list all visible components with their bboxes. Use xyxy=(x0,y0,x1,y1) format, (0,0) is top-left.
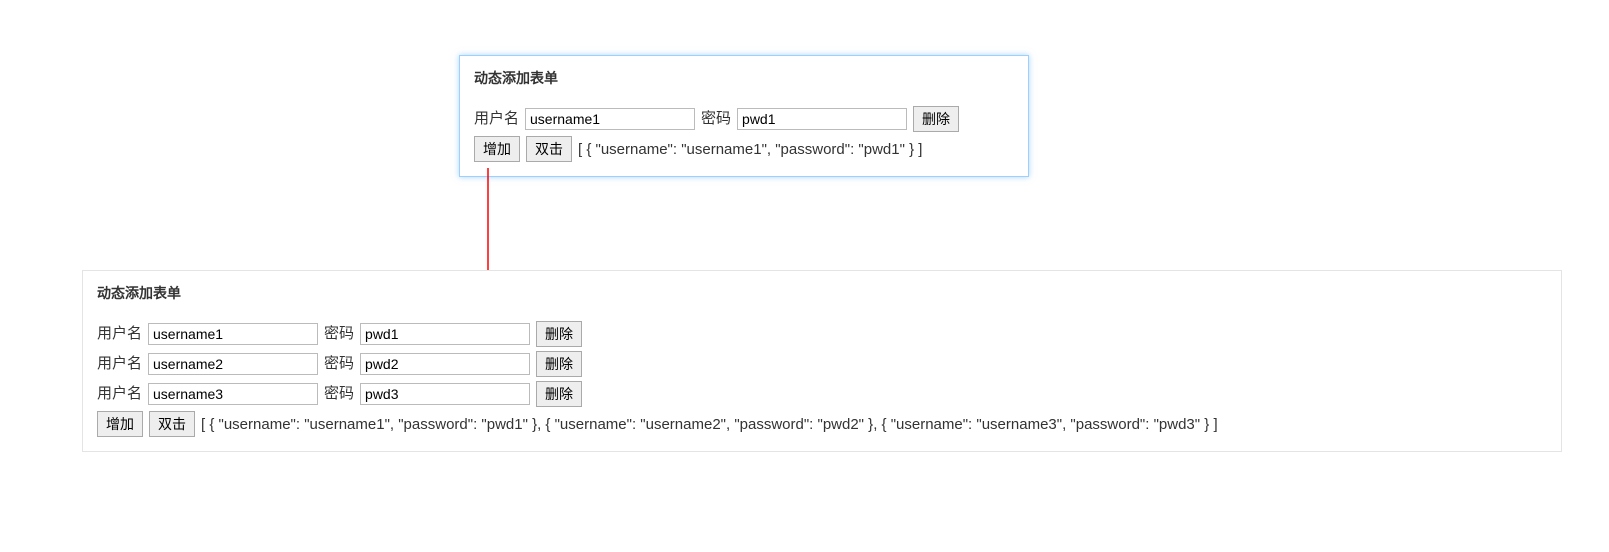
form-row: 用户名 密码 删除 xyxy=(97,321,1547,347)
username-input[interactable] xyxy=(525,108,695,130)
panel-title: 动态添加表单 xyxy=(474,68,1014,88)
panel-footer: 增加 双击 [ { "username": "username1", "pass… xyxy=(97,411,1547,437)
dblclick-button[interactable]: 双击 xyxy=(526,136,572,162)
delete-button[interactable]: 删除 xyxy=(536,351,582,377)
password-input[interactable] xyxy=(360,383,530,405)
password-label: 密码 xyxy=(701,106,731,132)
form-panel-before: 动态添加表单 用户名 密码 删除 增加 双击 [ { "username": "… xyxy=(459,55,1029,177)
password-label: 密码 xyxy=(324,381,354,407)
password-label: 密码 xyxy=(324,351,354,377)
username-input[interactable] xyxy=(148,323,318,345)
form-row: 用户名 密码 删除 xyxy=(474,106,1014,132)
form-row: 用户名 密码 删除 xyxy=(97,381,1547,407)
password-input[interactable] xyxy=(360,353,530,375)
username-label: 用户名 xyxy=(97,321,142,347)
json-output: [ { "username": "username1", "password":… xyxy=(578,141,922,158)
username-label: 用户名 xyxy=(97,381,142,407)
panel-title: 动态添加表单 xyxy=(97,283,1547,303)
form-panel-after: 动态添加表单 用户名 密码 删除 用户名 密码 删除 用户名 密码 删除 增加 … xyxy=(82,270,1562,452)
password-label: 密码 xyxy=(324,321,354,347)
username-input[interactable] xyxy=(148,353,318,375)
dblclick-button[interactable]: 双击 xyxy=(149,411,195,437)
panel-footer: 增加 双击 [ { "username": "username1", "pass… xyxy=(474,136,1014,162)
password-input[interactable] xyxy=(360,323,530,345)
delete-button[interactable]: 删除 xyxy=(913,106,959,132)
username-label: 用户名 xyxy=(97,351,142,377)
username-input[interactable] xyxy=(148,383,318,405)
delete-button[interactable]: 删除 xyxy=(536,381,582,407)
add-button[interactable]: 增加 xyxy=(97,411,143,437)
delete-button[interactable]: 删除 xyxy=(536,321,582,347)
add-button[interactable]: 增加 xyxy=(474,136,520,162)
password-input[interactable] xyxy=(737,108,907,130)
username-label: 用户名 xyxy=(474,106,519,132)
form-row: 用户名 密码 删除 xyxy=(97,351,1547,377)
json-output: [ { "username": "username1", "password":… xyxy=(201,416,1218,433)
